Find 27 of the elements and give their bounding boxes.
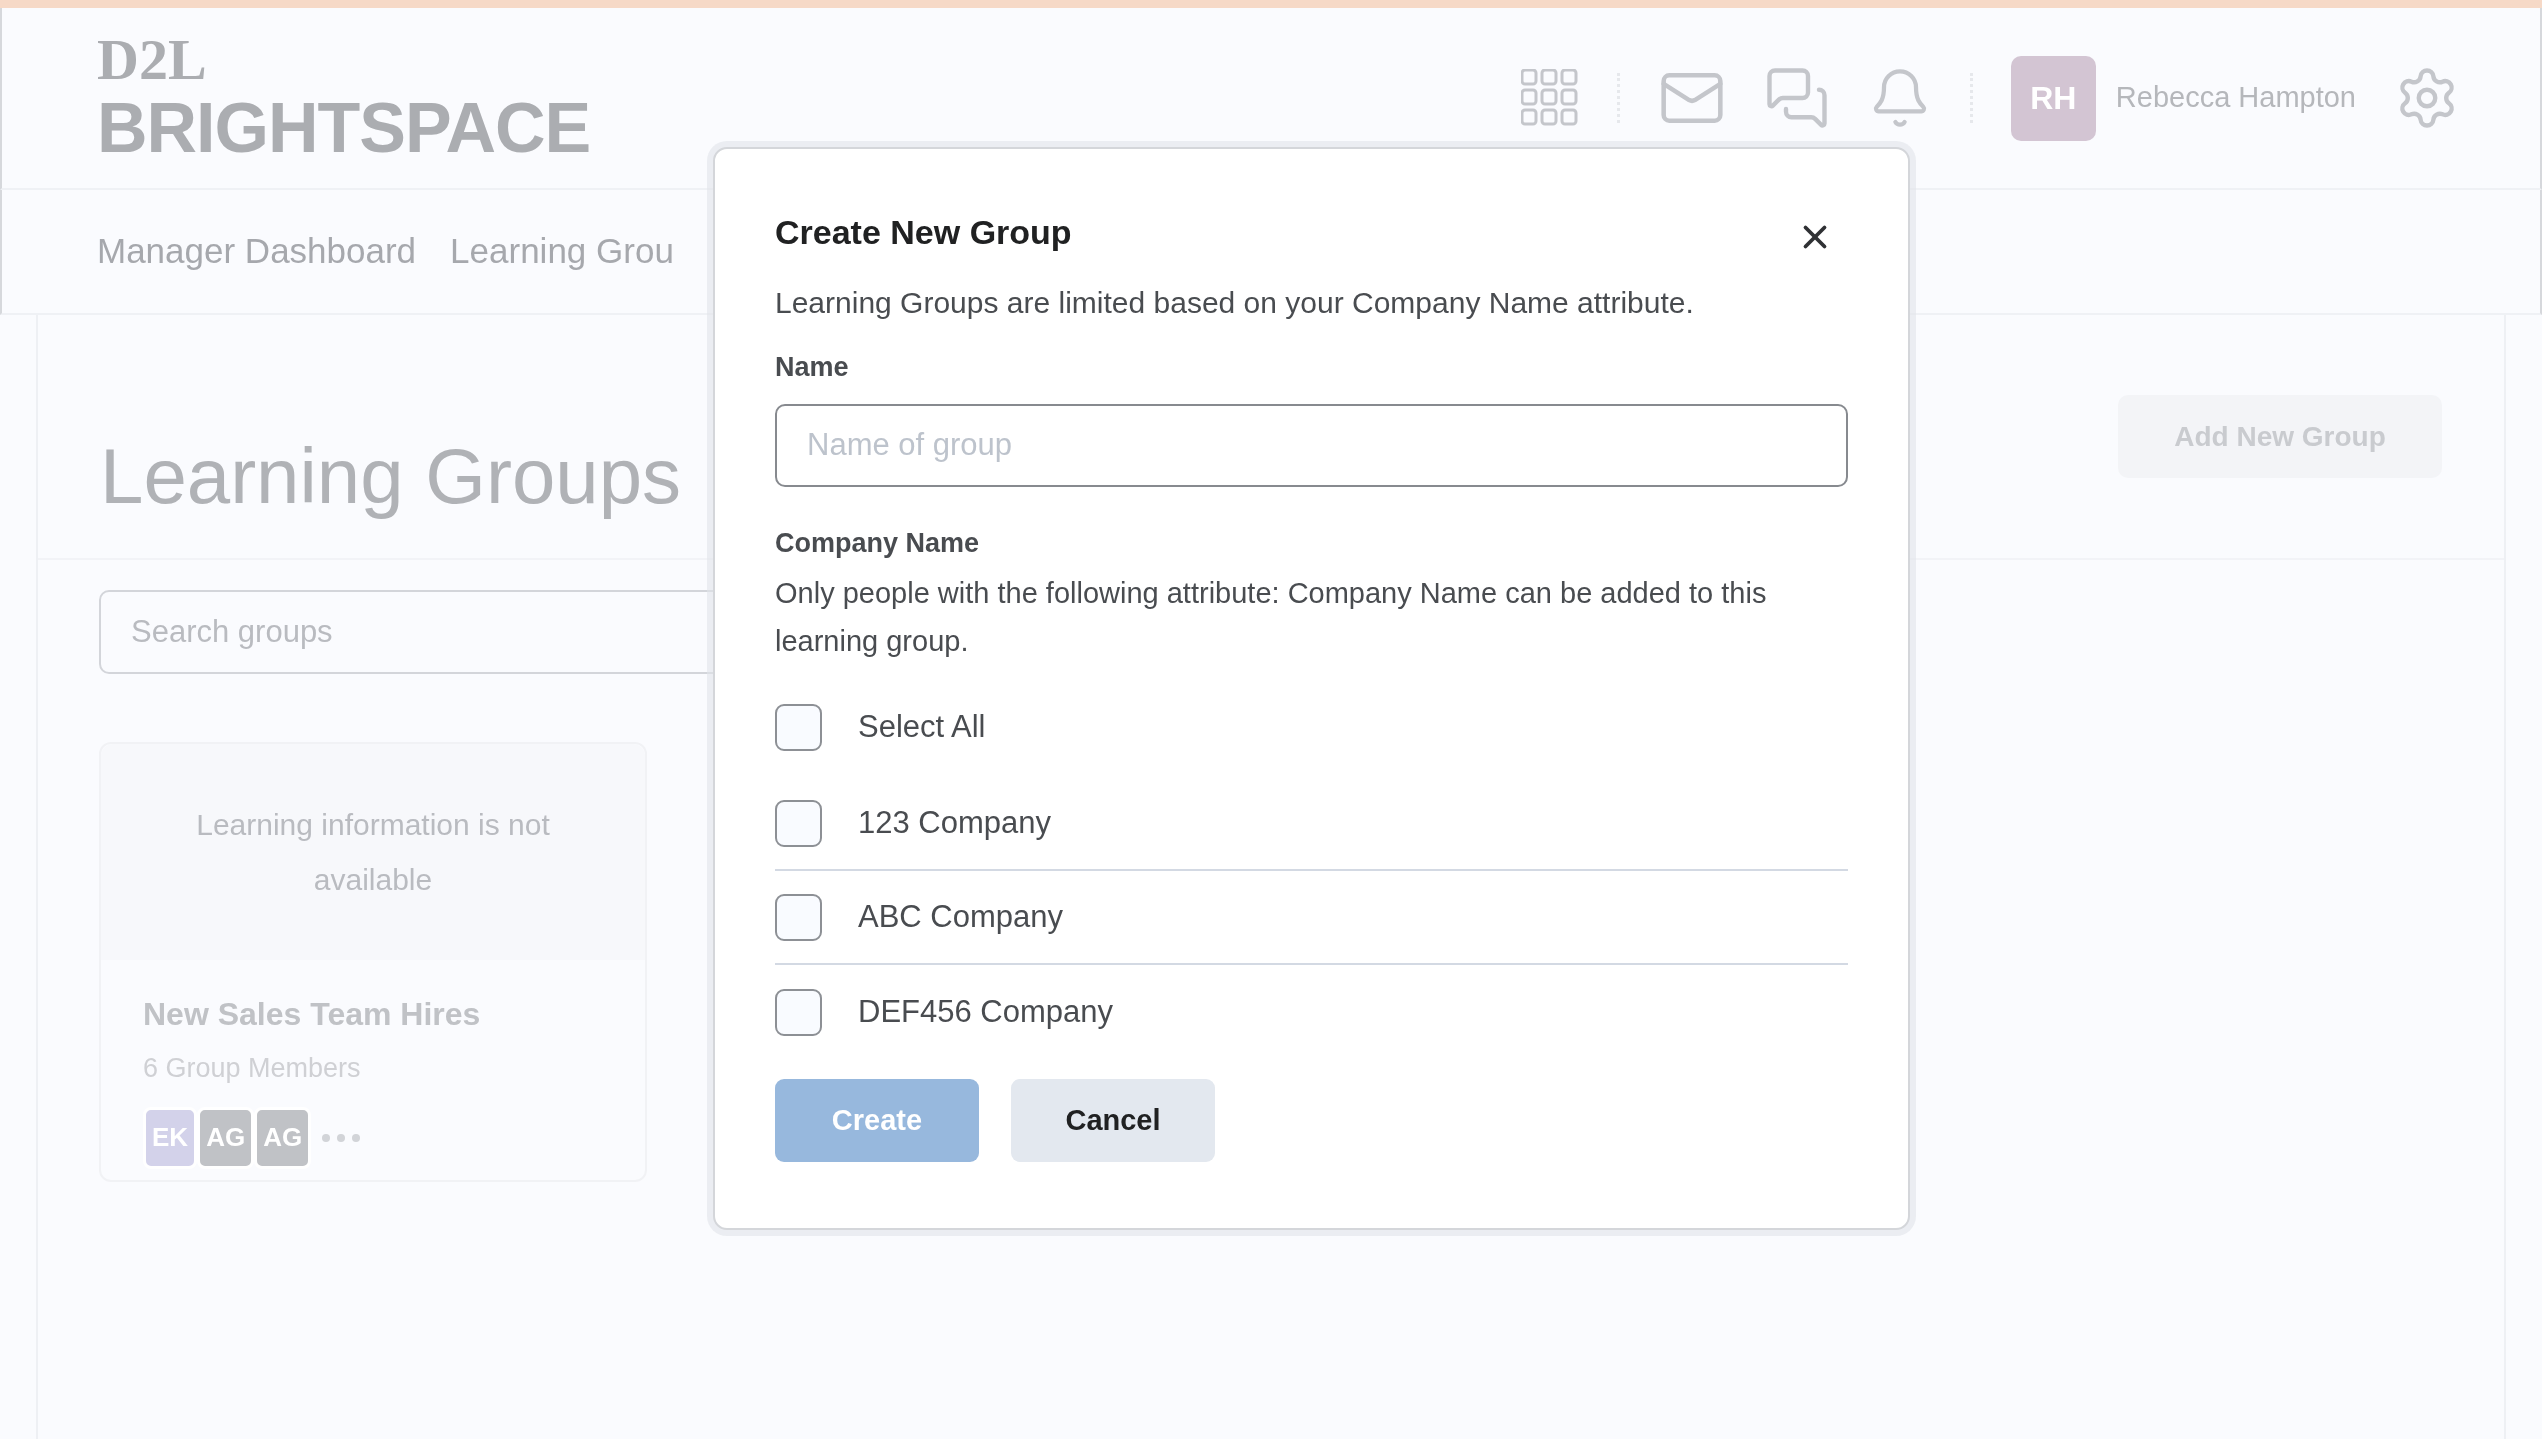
user-name[interactable]: Rebecca Hampton <box>2115 76 2356 120</box>
checkbox[interactable] <box>775 893 822 941</box>
dialog-description: Learning Groups are limited based on your Company Name attribute. <box>775 285 1695 321</box>
nav-link[interactable]: Manager Dashboard <box>97 225 417 278</box>
page-title: Learning Groups <box>100 431 682 522</box>
member-avatar: AG <box>197 1106 255 1169</box>
checkbox[interactable] <box>775 703 822 751</box>
logo-mark: D2L <box>97 30 208 90</box>
checkbox[interactable] <box>775 799 822 847</box>
more-icon[interactable] <box>321 1132 362 1143</box>
member-avatar: AG <box>254 1106 312 1169</box>
card-title: New Sales Team Hires <box>143 995 482 1034</box>
checkbox[interactable] <box>775 988 822 1036</box>
nav-link[interactable]: Learning Grou <box>450 225 674 278</box>
name-field[interactable]: Name of group <box>775 403 1848 487</box>
cancel-button[interactable]: Cancel <box>1011 1079 1215 1162</box>
app-grid-icon[interactable] <box>1520 69 1579 127</box>
dialog-title: Create New Group <box>775 212 1072 253</box>
user-avatar[interactable]: RH <box>2010 55 2096 141</box>
checkbox-label: Select All <box>858 707 986 746</box>
checkbox-label: DEF456 Company <box>858 992 1113 1031</box>
logo-wordmark: BRIGHTSPACE <box>97 90 591 166</box>
checkbox-label: 123 Company <box>858 803 1051 842</box>
field-label: Name <box>775 351 850 384</box>
checkbox-label: ABC Company <box>858 897 1064 936</box>
field-label: Company Name <box>775 526 981 560</box>
card-info-text: Learning information is not available <box>195 807 551 898</box>
